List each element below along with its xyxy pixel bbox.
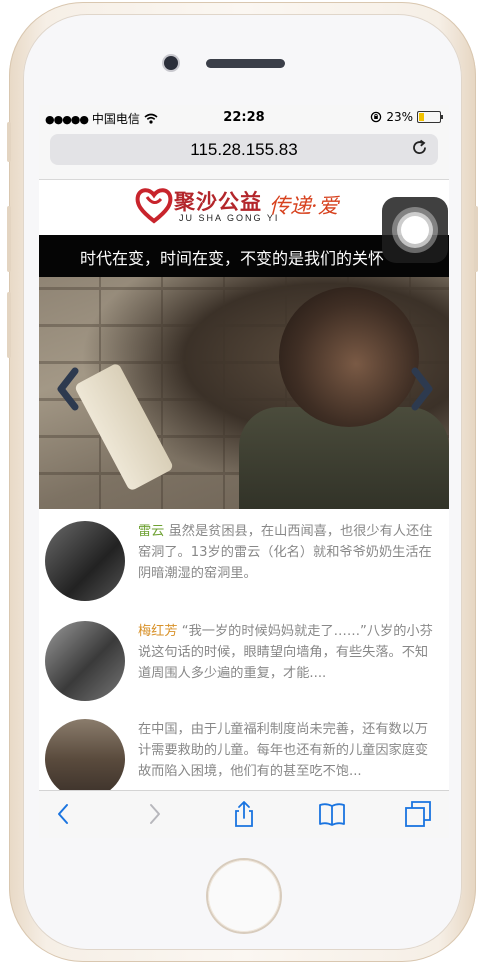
heart-logo-icon (135, 188, 173, 224)
article-author-name[interactable]: 梅红芳 (138, 624, 178, 639)
carousel-next-icon[interactable] (407, 365, 437, 413)
tabs-button[interactable] (403, 799, 433, 829)
article-body: “我一岁的时候妈妈就走了……”八岁的小芬说这句话的时候，眼睛望向墙角，有些失落。… (138, 624, 433, 681)
forward-button[interactable] (139, 799, 169, 829)
url-text: 115.28.155.83 (190, 140, 298, 159)
article-summary: 梅红芳 “我一岁的时候妈妈就走了……”八岁的小芬说这句话的时候，眼睛望向墙角，有… (138, 621, 440, 684)
side-button-power (474, 206, 478, 272)
screen: ●●●●● 中国电信 22:28 23% 115.28.155.83 聚沙公益 … (39, 105, 449, 838)
article-body: 虽然是贫困县，在山西闻喜，也很少有人还住窑洞了。13岁的雷云（化名）就和爷爷奶奶… (138, 524, 433, 581)
article-avatar[interactable] (45, 521, 125, 601)
chevron-right-icon (150, 804, 160, 824)
logo-slogan: 传递·爱 (269, 194, 339, 218)
reload-icon[interactable] (411, 139, 429, 157)
battery-icon (417, 111, 443, 123)
bookmarks-button[interactable] (317, 799, 347, 829)
front-camera (164, 56, 178, 70)
back-button[interactable] (49, 799, 79, 829)
tabs-icon (405, 801, 431, 827)
article-avatar[interactable] (45, 621, 125, 701)
status-right: 23% (370, 110, 443, 124)
hero-carousel-image (39, 277, 449, 509)
assistive-touch-button[interactable] (382, 197, 448, 263)
earpiece-speaker (206, 59, 285, 68)
safari-toolbar (39, 790, 449, 838)
article-summary: 在中国，由于儿童福利制度尚未完善，还有数以万计需要救助的儿童。每年也还有新的儿童… (138, 719, 440, 782)
article-item[interactable]: 雷云 虽然是贫困县，在山西闻喜，也很少有人还住窑洞了。13岁的雷云（化名）就和爷… (39, 521, 449, 621)
article-body: 在中国，由于儿童福利制度尚未完善，还有数以万计需要救助的儿童。每年也还有新的儿童… (138, 722, 429, 779)
side-button-volume-up (7, 206, 11, 272)
share-button[interactable] (229, 799, 259, 829)
article-summary: 雷云 虽然是贫困县，在山西闻喜，也很少有人还住窑洞了。13岁的雷云（化名）就和爷… (138, 521, 440, 584)
rotation-lock-icon (371, 111, 382, 123)
article-avatar[interactable] (45, 719, 125, 799)
article-item[interactable]: 梅红芳 “我一岁的时候妈妈就走了……”八岁的小芬说这句话的时候，眼睛望向墙角，有… (39, 621, 449, 721)
battery-percent: 23% (386, 110, 413, 124)
url-field[interactable]: 115.28.155.83 (50, 134, 438, 165)
status-bar: ●●●●● 中国电信 22:28 23% (39, 105, 449, 131)
banner-text: 时代在变，时间在变，不变的是我们的关怀 (80, 249, 385, 268)
book-icon (319, 803, 345, 826)
home-button[interactable] (208, 860, 280, 932)
battery-fill (419, 113, 424, 121)
logo-chinese: 聚沙公益 (174, 189, 262, 214)
article-author-name[interactable]: 雷云 (138, 524, 164, 539)
share-icon (235, 801, 253, 827)
logo-english: JU SHA GONG YI (179, 213, 280, 223)
side-button-volume-down (7, 292, 11, 358)
carousel-prev-icon[interactable] (53, 365, 83, 413)
side-button-mute (7, 122, 11, 162)
chevron-left-icon (58, 804, 68, 824)
address-bar: 115.28.155.83 (39, 131, 449, 180)
